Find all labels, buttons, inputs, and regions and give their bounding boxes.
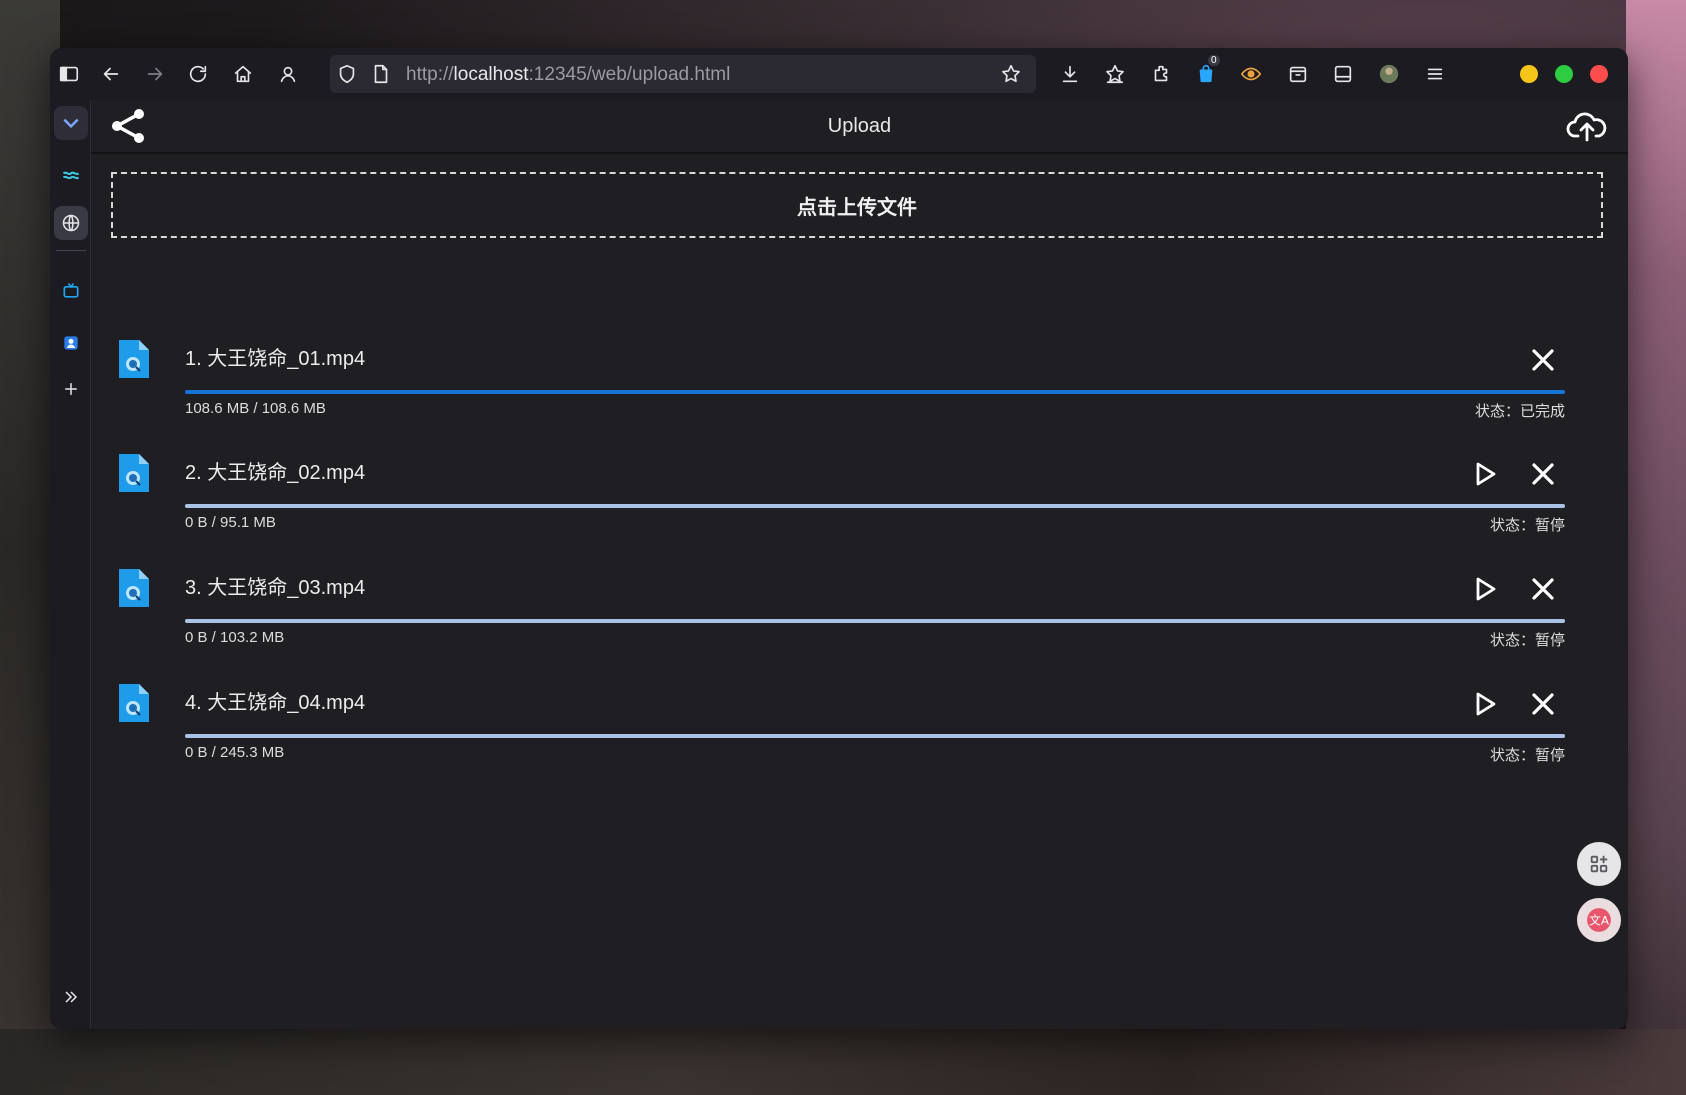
sidebar-add-icon[interactable] — [54, 372, 88, 406]
reader-view-icon[interactable] — [1328, 59, 1358, 89]
shield-icon[interactable] — [332, 59, 362, 89]
upload-status-text: 状态：已完成 — [1474, 403, 1565, 420]
page-content: Upload 点击上传文件 1. 大王饶命_01.mp4 108.6 MB / … — [91, 100, 1628, 1029]
cloud-upload-icon[interactable] — [1565, 108, 1609, 144]
resume-upload-play-icon[interactable] — [1469, 573, 1501, 605]
video-file-icon — [117, 684, 149, 722]
app-header: Upload — [91, 100, 1628, 154]
dropzone-label: 点击上传文件 — [797, 194, 917, 219]
sidebar-person-app-icon[interactable] — [54, 326, 88, 360]
sidebar-globe-icon[interactable] — [54, 206, 88, 240]
window-close-button[interactable] — [1590, 65, 1608, 83]
page-icon — [366, 59, 396, 89]
upload-status-text: 状态：暂停 — [1489, 632, 1565, 649]
file-list-item: 4. 大王饶命_04.mp4 0 B / 245.3 MB 状态：暂停 — [111, 676, 1611, 786]
container-tabs-icon[interactable] — [1283, 59, 1313, 89]
file-size-text: 108.6 MB / 108.6 MB — [185, 400, 326, 417]
downloads-icon[interactable] — [1055, 59, 1085, 89]
forward-arrow-icon[interactable] — [140, 59, 170, 89]
file-size-text: 0 B / 95.1 MB — [185, 514, 276, 531]
url-text[interactable]: http://localhost:12345/web/upload.html — [406, 64, 730, 86]
floating-translate-button[interactable]: 文A — [1577, 898, 1621, 942]
remove-file-close-icon[interactable] — [1527, 458, 1559, 490]
file-size-text: 0 B / 103.2 MB — [185, 629, 285, 646]
eye-extension-icon[interactable] — [1236, 59, 1266, 89]
upload-progress-bar — [185, 504, 1565, 508]
remove-file-close-icon[interactable] — [1527, 573, 1559, 605]
sidebar-wave-app-icon[interactable] — [54, 158, 88, 192]
profile-avatar-icon[interactable] — [1374, 59, 1404, 89]
video-file-icon — [117, 454, 149, 492]
sidebar-toggle-icon[interactable] — [54, 59, 84, 89]
extension-badge-count: 0 — [1208, 55, 1220, 66]
hamburger-menu-icon[interactable] — [1420, 59, 1450, 89]
upload-progress-bar — [185, 619, 1565, 623]
extension-badge-icon[interactable]: 0 — [1191, 55, 1221, 89]
sidebar-divider — [56, 250, 86, 251]
sidebar-app-1-icon[interactable] — [54, 106, 88, 140]
remove-file-close-icon[interactable] — [1527, 344, 1559, 376]
window-minimize-button[interactable] — [1520, 65, 1538, 83]
browser-window: http://localhost:12345/web/upload.html 0 — [50, 48, 1628, 1029]
file-list-item: 3. 大王饶命_03.mp4 0 B / 103.2 MB 状态：暂停 — [111, 561, 1611, 671]
resume-upload-play-icon[interactable] — [1469, 688, 1501, 720]
file-list-item: 2. 大王饶命_02.mp4 0 B / 95.1 MB 状态：暂停 — [111, 446, 1611, 556]
upload-progress-bar — [185, 734, 1565, 738]
bookmark-star-icon[interactable] — [996, 59, 1026, 89]
reload-icon[interactable] — [183, 59, 213, 89]
svg-text:文A: 文A — [1589, 913, 1610, 927]
file-name: 2. 大王饶命_02.mp4 — [185, 462, 366, 484]
desktop-wallpaper-bottom — [0, 1029, 1686, 1095]
page-title: Upload — [827, 115, 892, 137]
address-bar[interactable]: http://localhost:12345/web/upload.html — [330, 55, 1036, 93]
desktop-wallpaper-right — [1626, 0, 1686, 1095]
upload-dropzone[interactable]: 点击上传文件 — [111, 172, 1603, 238]
file-name: 1. 大王饶命_01.mp4 — [185, 348, 366, 370]
upload-status-text: 状态：暂停 — [1489, 747, 1565, 764]
file-size-text: 0 B / 245.3 MB — [185, 744, 285, 761]
home-icon[interactable] — [228, 59, 258, 89]
remove-file-close-icon[interactable] — [1527, 688, 1559, 720]
browser-toolbar: http://localhost:12345/web/upload.html 0 — [50, 48, 1628, 100]
floating-grid-button[interactable] — [1577, 842, 1621, 886]
resume-upload-play-icon[interactable] — [1469, 458, 1501, 490]
upload-progress-bar — [185, 390, 1565, 394]
back-arrow-icon[interactable] — [96, 59, 126, 89]
share-icon[interactable] — [109, 106, 149, 146]
upload-status-text: 状态：暂停 — [1489, 517, 1565, 534]
file-name: 4. 大王饶命_04.mp4 — [185, 692, 366, 714]
bookmarks-icon[interactable] — [1100, 59, 1130, 89]
file-list-item: 1. 大王饶命_01.mp4 108.6 MB / 108.6 MB 状态：已完… — [111, 332, 1611, 442]
video-file-icon — [117, 340, 149, 378]
window-maximize-button[interactable] — [1555, 65, 1573, 83]
account-icon[interactable] — [273, 59, 303, 89]
video-file-icon — [117, 569, 149, 607]
sidebar-expand-icon[interactable] — [54, 980, 88, 1014]
extensions-puzzle-icon[interactable] — [1146, 59, 1176, 89]
upload-progress-fill — [185, 390, 1565, 394]
browser-sidebar — [50, 100, 91, 1029]
sidebar-tv-app-icon[interactable] — [54, 274, 88, 308]
file-name: 3. 大王饶命_03.mp4 — [185, 577, 366, 599]
